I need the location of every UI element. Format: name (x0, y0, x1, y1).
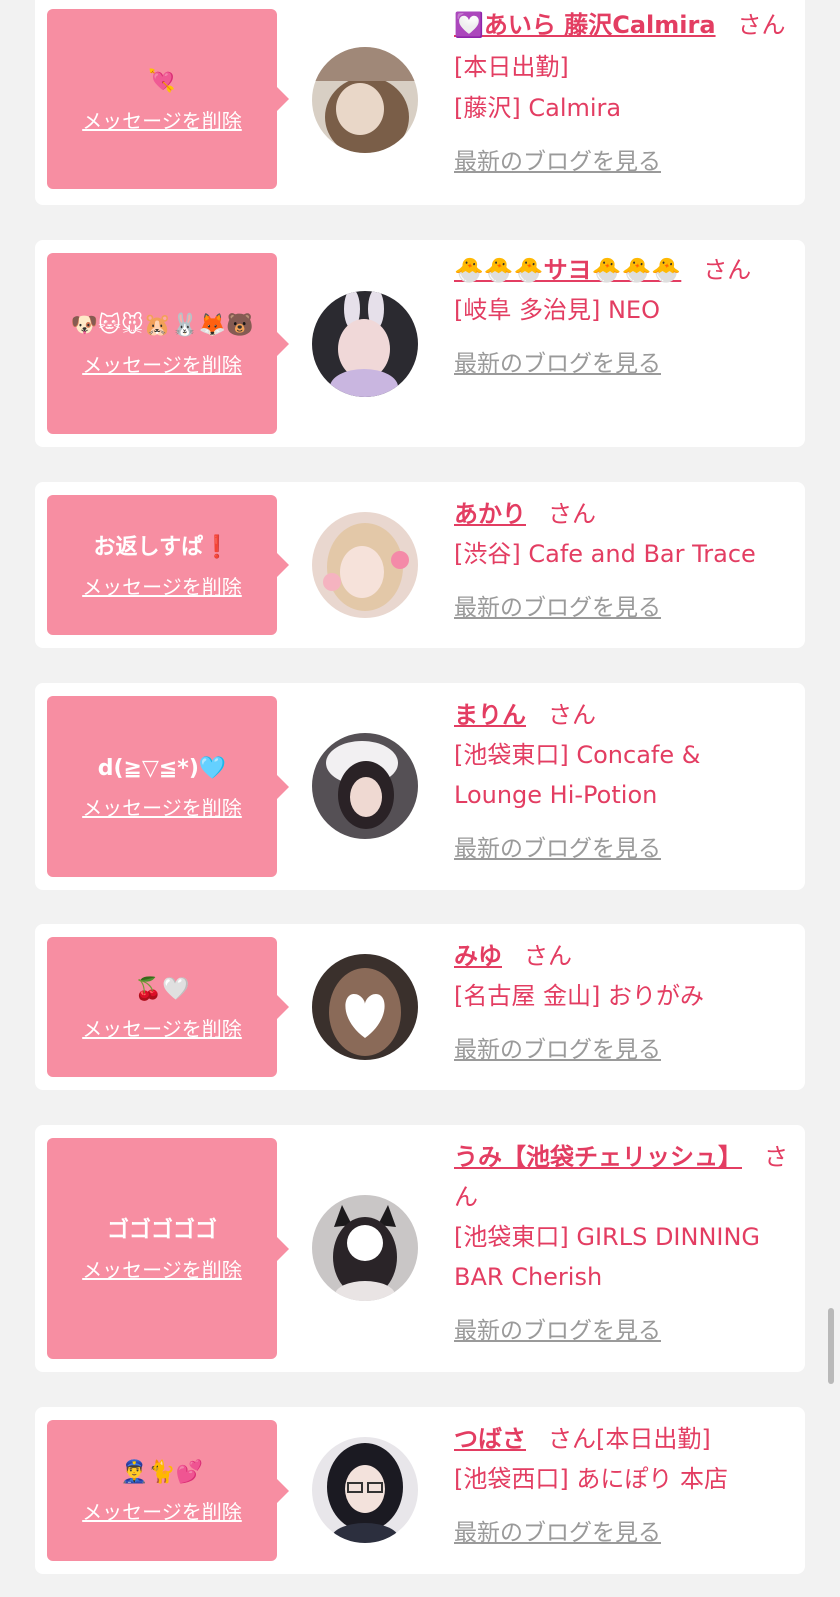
message-card: 🍒🤍 メッセージを削除 みゆ さん [名古屋 金山] おりがみ 最新のブログを見る (35, 924, 805, 1090)
status-text: [本日出勤] (454, 53, 569, 81)
avatar[interactable] (312, 1195, 418, 1301)
avatar-photo (312, 47, 418, 153)
delete-message-link[interactable]: メッセージを削除 (82, 349, 242, 378)
avatar[interactable] (312, 954, 418, 1060)
message-bubble: ゴゴゴゴゴ メッセージを削除 (47, 1138, 277, 1359)
cast-info: 🐣🐣🐣サヨ🐣🐣🐣 さん [岐阜 多治見] NEO 最新のブログを見る (454, 250, 789, 384)
status-text: [本日出勤] (596, 1425, 711, 1453)
message-bubble: d(≧▽≦*)🩵 メッセージを削除 (47, 696, 277, 877)
avatar-photo (312, 1195, 418, 1301)
message-text: d(≧▽≦*)🩵 (97, 756, 227, 781)
cast-name-link[interactable]: まりん (454, 701, 526, 729)
scrollbar[interactable] (828, 1308, 834, 1384)
san-suffix: さん (548, 1425, 596, 1453)
delete-message-link[interactable]: メッセージを削除 (82, 1496, 242, 1525)
message-bubble: 🍒🤍 メッセージを削除 (47, 937, 277, 1077)
shop-text: [名古屋 金山] おりがみ (454, 982, 704, 1010)
latest-blog-link[interactable]: 最新のブログを見る (454, 1030, 661, 1070)
delete-message-link[interactable]: メッセージを削除 (82, 571, 242, 600)
cast-name-link[interactable]: 🐣🐣🐣サヨ🐣🐣🐣 (454, 256, 681, 284)
cast-info: まりん さん [池袋東口] Concafe & Lounge Hi-Potion … (454, 695, 789, 869)
shop-text: [藤沢] Calmira (454, 94, 622, 122)
message-bubble: 💘 メッセージを削除 (47, 9, 277, 189)
delete-message-link[interactable]: メッセージを削除 (82, 105, 242, 134)
shop-text: [渋谷] Cafe and Bar Trace (454, 540, 756, 568)
message-text: 🐶🐱🐭🐹🐰🦊🐻 (70, 313, 254, 338)
message-bubble: 🐶🐱🐭🐹🐰🦊🐻 メッセージを削除 (47, 253, 277, 434)
latest-blog-link[interactable]: 最新のブログを見る (454, 829, 661, 869)
latest-blog-link[interactable]: 最新のブログを見る (454, 588, 661, 628)
cast-info: 💟あいら 藤沢Calmira さん [本日出勤] [藤沢] Calmira 最新のブ… (454, 4, 789, 182)
avatar[interactable] (312, 512, 418, 618)
latest-blog-link[interactable]: 最新のブログを見る (454, 344, 661, 384)
san-suffix: さん (548, 500, 596, 528)
avatar-photo (312, 291, 418, 397)
message-card: お返しすぱ❗️ メッセージを削除 あかり さん [渋谷] Cafe and Bar… (35, 482, 805, 648)
latest-blog-link[interactable]: 最新のブログを見る (454, 1311, 661, 1351)
latest-blog-link[interactable]: 最新のブログを見る (454, 142, 661, 182)
avatar-photo (312, 733, 418, 839)
message-text: 🍒🤍 (134, 976, 190, 1002)
san-suffix: さん (548, 701, 596, 729)
latest-blog-link[interactable]: 最新のブログを見る (454, 1513, 661, 1553)
delete-message-link[interactable]: メッセージを削除 (82, 1254, 242, 1283)
shop-text: [池袋東口] Concafe & Lounge Hi-Potion (454, 741, 701, 809)
avatar-photo (312, 954, 418, 1060)
delete-message-link[interactable]: メッセージを削除 (82, 792, 242, 821)
avatar-photo (312, 1437, 418, 1543)
cast-name-link[interactable]: あかり (454, 500, 526, 528)
cast-name-link[interactable]: うみ【池袋チェリッシュ】 (454, 1143, 742, 1171)
message-text: 💘 (148, 68, 176, 94)
san-suffix: さん (524, 942, 572, 970)
message-text: ゴゴゴゴゴ (106, 1218, 217, 1243)
avatar-photo (312, 512, 418, 618)
cast-name-link[interactable]: みゆ (454, 942, 502, 970)
message-card: ゴゴゴゴゴ メッセージを削除 うみ【池袋チェリッシュ】 さん [池袋東口] GIR… (35, 1125, 805, 1372)
cast-info: あかり さん [渋谷] Cafe and Bar Trace 最新のブログを見る (454, 494, 789, 628)
cast-info: つばさ さん[本日出勤] [池袋西口] あにぽり 本店 最新のブログを見る (454, 1419, 789, 1553)
cast-info: みゆ さん [名古屋 金山] おりがみ 最新のブログを見る (454, 936, 789, 1070)
cast-name-link[interactable]: 💟あいら 藤沢Calmira (454, 11, 716, 39)
message-bubble: 👮‍♂️🐈💕 メッセージを削除 (47, 1420, 277, 1561)
message-card: d(≧▽≦*)🩵 メッセージを削除 まりん さん [池袋東口] Concafe &… (35, 683, 805, 890)
cast-name-link[interactable]: つばさ (454, 1425, 526, 1453)
avatar[interactable] (312, 1437, 418, 1543)
shop-text: [池袋東口] GIRLS DINNING BAR Cherish (454, 1223, 761, 1291)
message-card: 🐶🐱🐭🐹🐰🦊🐻 メッセージを削除 🐣🐣🐣サヨ🐣🐣🐣 さん [岐阜 多治見] NEO… (35, 240, 805, 447)
message-card: 💘 メッセージを削除 💟あいら 藤沢Calmira さん [本日出勤] [藤沢] C… (35, 0, 805, 205)
message-text: 👮‍♂️🐈💕 (120, 1460, 204, 1485)
shop-text: [岐阜 多治見] NEO (454, 296, 660, 324)
message-bubble: お返しすぱ❗️ メッセージを削除 (47, 495, 277, 635)
san-suffix: さん (703, 256, 752, 284)
message-card: 👮‍♂️🐈💕 メッセージを削除 つばさ さん[本日出勤] [池袋西口] あにぽり … (35, 1407, 805, 1574)
cast-info: うみ【池袋チェリッシュ】 さん [池袋東口] GIRLS DINNING BAR … (454, 1137, 789, 1351)
shop-text: [池袋西口] あにぽり 本店 (454, 1465, 728, 1493)
delete-message-link[interactable]: メッセージを削除 (82, 1013, 242, 1042)
message-text: お返しすぱ❗️ (93, 534, 231, 560)
avatar[interactable] (312, 291, 418, 397)
avatar[interactable] (312, 733, 418, 839)
avatar[interactable] (312, 47, 418, 153)
san-suffix: さん (737, 11, 786, 39)
